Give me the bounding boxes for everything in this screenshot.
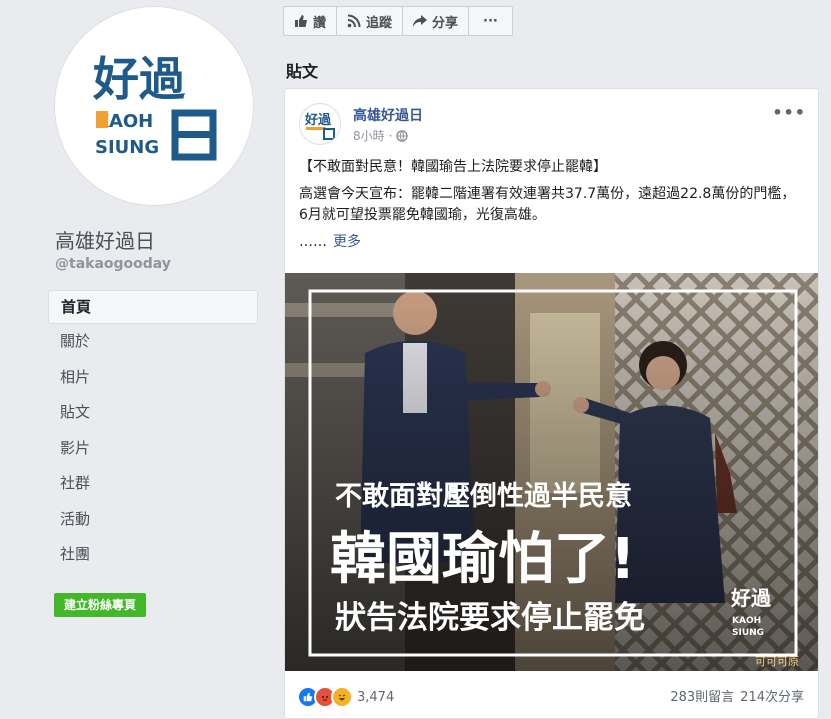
image-line1: 不敢面對壓倒性過半民意: [335, 480, 632, 512]
nav-item-events[interactable]: 活動: [48, 502, 258, 538]
post-body: 高選會今天宣布：罷韓二階連署有效連署共37.7萬份，遠超過22.8萬份的門檻，6…: [299, 186, 796, 223]
author-logo-text: 好過: [304, 112, 332, 128]
image-corner-watermark: 可可可原: [755, 655, 799, 668]
author-logo-icon: 好過: [304, 112, 335, 140]
posts-section-title: 貼文: [286, 62, 319, 81]
reactions-summary[interactable]: 3,474: [297, 686, 394, 708]
logo-accent-k: [96, 111, 108, 128]
thumbs-up-icon: [295, 15, 307, 27]
nav-item-about[interactable]: 關於: [48, 324, 258, 360]
follow-label: 追蹤: [366, 15, 393, 31]
share-page-button[interactable]: 分享: [402, 6, 470, 36]
nav-item-photos[interactable]: 相片: [48, 360, 258, 396]
comment-count[interactable]: 283則留言: [670, 690, 734, 705]
see-more-row: …… 更多: [299, 232, 804, 253]
post-headline: 【不敢面對民意！韓國瑜告上法院要求停止罷韓】: [299, 159, 607, 175]
post-image-art: 不敢面對壓倒性過半民意 韓國瑜怕了! 狀告法院要求停止罷免 好過 KAOH SI…: [285, 273, 818, 671]
post-text: 【不敢面對民意！韓國瑜告上法院要求停止罷韓】 高選會今天宣布：罷韓二階連署有效連…: [299, 157, 804, 253]
image-watermark-logo-line2: SIUNG: [732, 628, 764, 638]
logo-line2: SIUNG: [95, 137, 159, 158]
ellipsis: ……: [299, 234, 327, 250]
post-options-icon[interactable]: •••: [772, 103, 806, 122]
globe-icon: [396, 129, 409, 142]
nav-item-videos[interactable]: 影片: [48, 431, 258, 467]
left-sidebar: 好過 KAOH SIUNG 高雄好過日 @takaogooday 首頁 關於 相…: [0, 0, 270, 719]
post-card: 好過 高雄好過日 8小時 · ••• 【不敢面對民意！韓國瑜告上法院要求停止罷韓…: [284, 88, 819, 719]
haha-reaction-icon: [331, 686, 353, 708]
nav-item-home[interactable]: 首頁: [48, 290, 258, 324]
nav-item-community[interactable]: 社群: [48, 466, 258, 502]
post-stats: 283則留言 214次分享: [670, 686, 804, 705]
share-arrow-icon: [413, 15, 428, 27]
page-profile-picture[interactable]: 好過 KAOH SIUNG: [54, 6, 254, 206]
follow-page-button[interactable]: 追蹤: [336, 6, 404, 36]
create-page-button[interactable]: 建立粉絲專頁: [54, 593, 147, 617]
page-action-toolbar: 讚 追蹤 分享 ···: [283, 6, 513, 36]
page-logo: 好過 KAOH SIUNG: [92, 52, 217, 161]
image-watermark-logo: 好過: [730, 586, 772, 610]
post-timestamp[interactable]: 8小時: [353, 127, 385, 144]
logo-main-text: 好過: [92, 52, 186, 106]
nav-item-groups[interactable]: 社團: [48, 537, 258, 573]
image-line2: 韓國瑜怕了!: [330, 527, 636, 592]
rss-follow-icon: [347, 14, 361, 28]
nav-item-posts[interactable]: 貼文: [48, 395, 258, 431]
share-count[interactable]: 214次分享: [740, 690, 804, 705]
like-page-button[interactable]: 讚: [283, 6, 338, 36]
more-options-button[interactable]: ···: [468, 6, 513, 36]
image-line3: 狀告法院要求停止罷免: [335, 600, 645, 636]
like-label: 讚: [313, 15, 327, 31]
logo-box-bar: [175, 131, 213, 138]
post-meta: 8小時 ·: [353, 127, 409, 144]
page-nav: 首頁 關於 相片 貼文 影片 社群 活動 社團: [48, 290, 258, 573]
page-name: 高雄好過日: [55, 229, 155, 253]
reaction-count: 3,474: [357, 689, 395, 705]
page-handle: @takaogooday: [55, 256, 171, 272]
share-label: 分享: [432, 15, 459, 31]
image-watermark-logo-line1: KAOH: [732, 616, 761, 626]
post-author-avatar[interactable]: 好過: [299, 103, 341, 145]
see-more-link[interactable]: 更多: [333, 234, 361, 250]
post-image[interactable]: 不敢面對壓倒性過半民意 韓國瑜怕了! 狀告法院要求停止罷免 好過 KAOH SI…: [285, 273, 818, 671]
post-author-name[interactable]: 高雄好過日: [353, 105, 423, 125]
